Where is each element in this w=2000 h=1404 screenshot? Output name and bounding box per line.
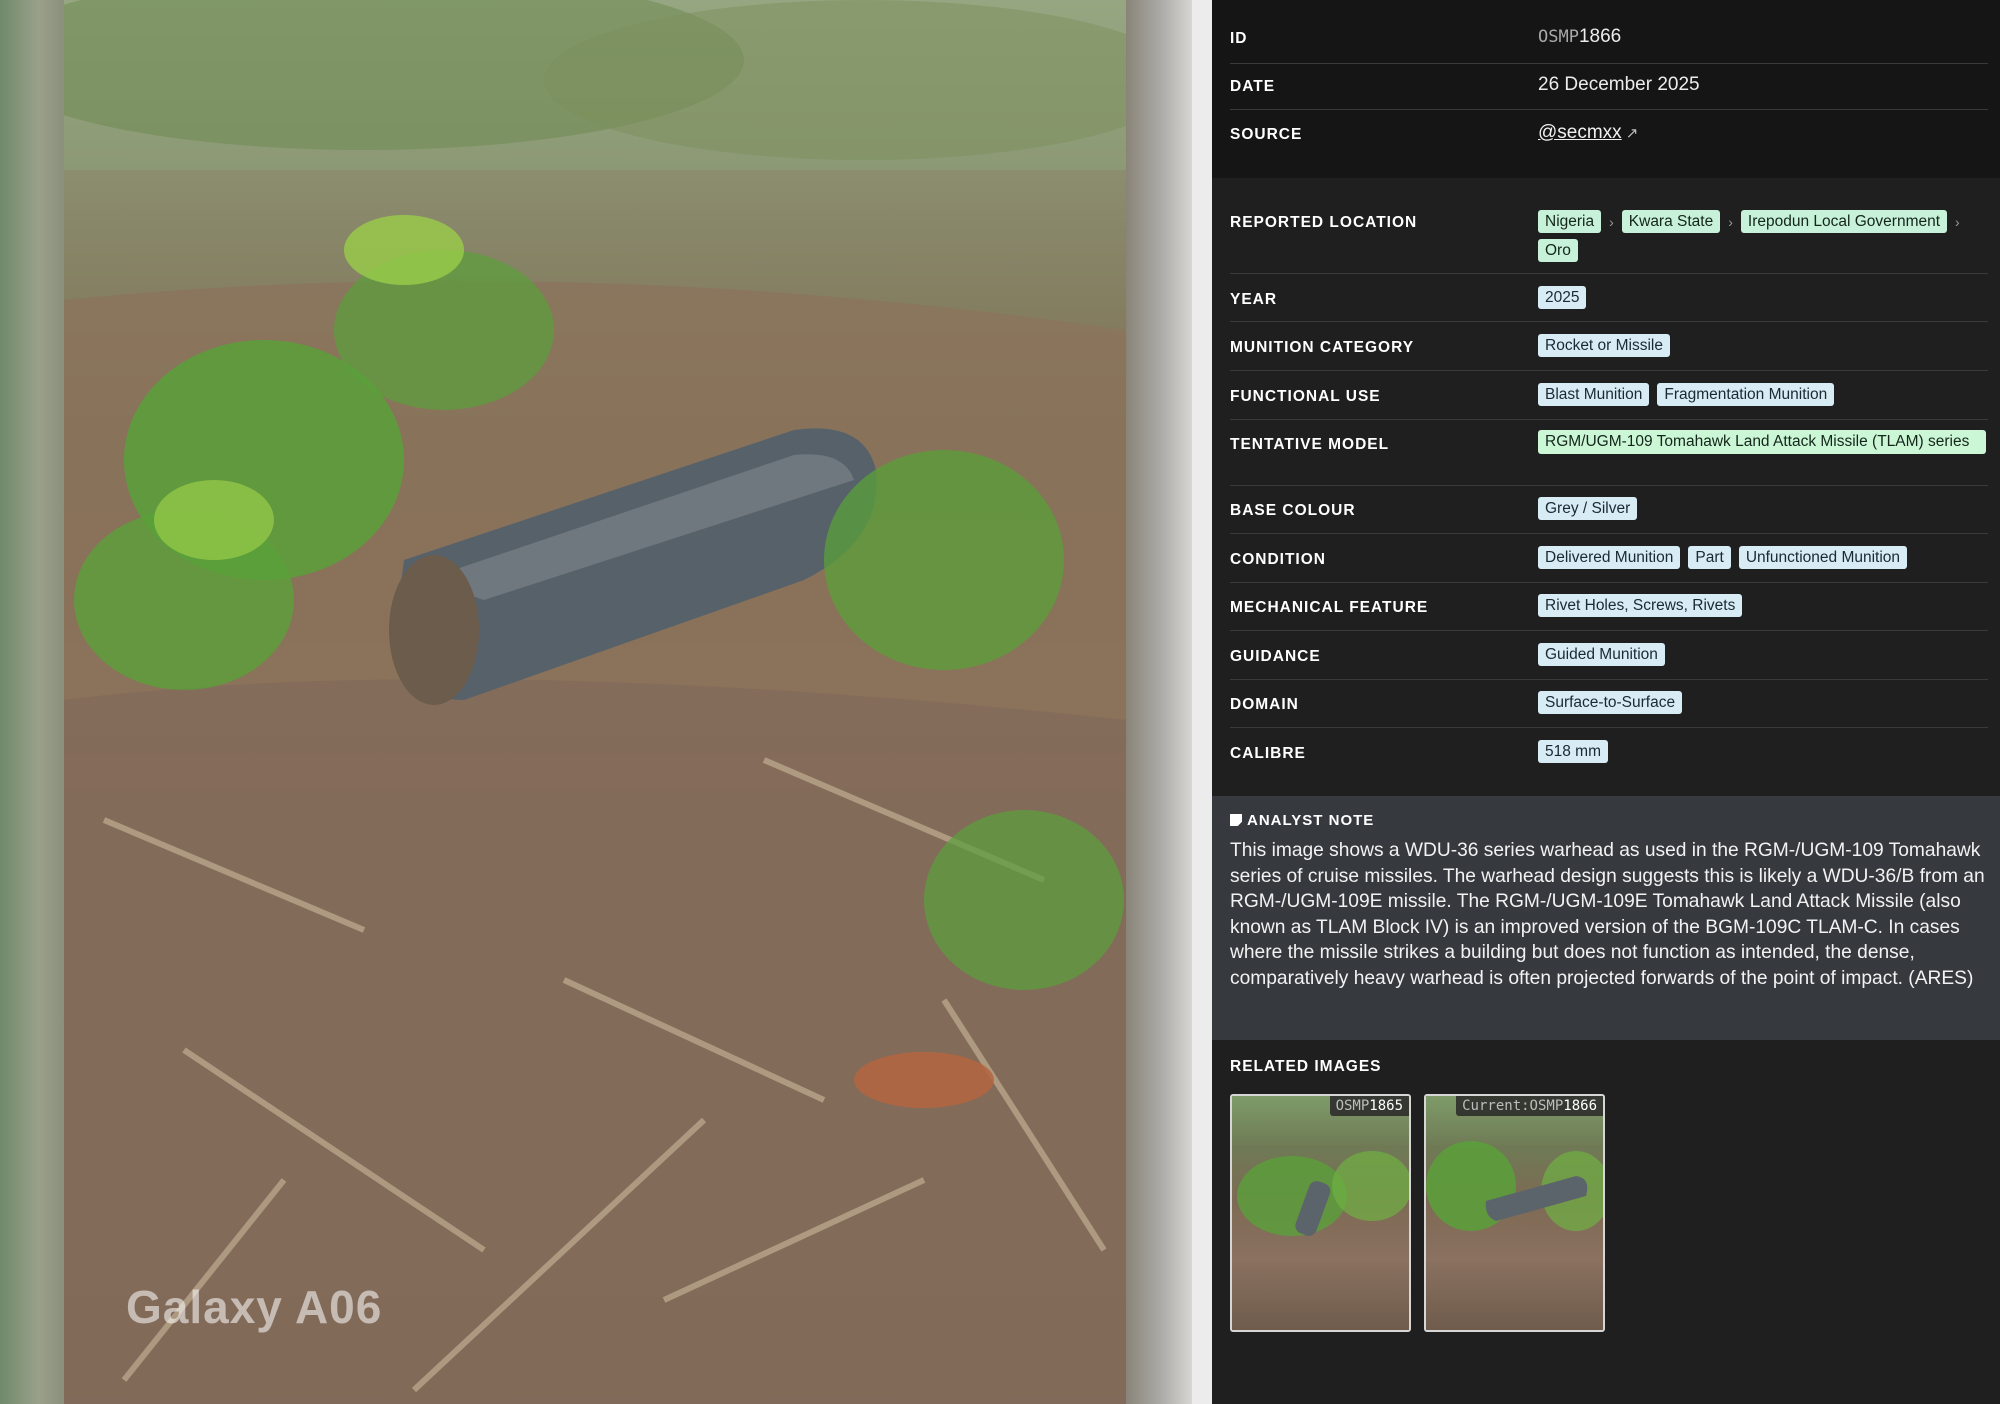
record-header: ID OSMP1866 DATE 26 December 2025 SOURCE…	[1212, 0, 2000, 178]
source-value: @secmxx ↗	[1538, 122, 1638, 144]
analyst-note-heading: ANALYST NOTE	[1247, 812, 1375, 829]
calibre-tags: 518 mm	[1538, 740, 1988, 763]
functional-tag-blast[interactable]: Blast Munition	[1538, 383, 1650, 406]
note-icon	[1230, 814, 1242, 826]
thumbnail-image	[1232, 1096, 1409, 1330]
model-tag[interactable]: RGM/UGM-109 Tomahawk Land Attack Missile…	[1538, 430, 1986, 454]
category-row: MUNITION CATEGORY Rocket or Missile	[1230, 322, 1988, 371]
guidance-label: GUIDANCE	[1230, 648, 1321, 665]
year-label: YEAR	[1230, 291, 1278, 308]
location-row: REPORTED LOCATION Nigeria › Kwara State …	[1230, 196, 1988, 274]
image-viewer: Galaxy A06	[0, 0, 1192, 1404]
date-row: DATE 26 December 2025	[1230, 64, 1988, 110]
functional-label: FUNCTIONAL USE	[1230, 388, 1381, 405]
year-tags: 2025	[1538, 286, 1988, 309]
date-value: 26 December 2025	[1538, 74, 1700, 95]
id-label: ID	[1230, 30, 1248, 47]
thumbnail-image	[1426, 1096, 1603, 1330]
mechanical-tag[interactable]: Rivet Holes, Screws, Rivets	[1538, 594, 1743, 617]
condition-tags: Delivered Munition Part Unfunctioned Mun…	[1538, 546, 1988, 569]
guidance-tag[interactable]: Guided Munition	[1538, 643, 1665, 666]
functional-tag-fragmentation[interactable]: Fragmentation Munition	[1657, 383, 1835, 406]
blurred-edge-right	[1126, 0, 1192, 1404]
id-value: OSMP1866	[1538, 26, 1621, 48]
domain-row: DOMAIN Surface-to-Surface	[1230, 680, 1988, 728]
analyst-note-title: ANALYST NOTE	[1230, 812, 1374, 829]
thumbnail-caption: OSMP1865	[1329, 1096, 1409, 1116]
source-label: SOURCE	[1230, 126, 1303, 143]
external-link-icon[interactable]: ↗	[1626, 125, 1639, 142]
colour-tags: Grey / Silver	[1538, 497, 1988, 520]
mechanical-tags: Rivet Holes, Screws, Rivets	[1538, 594, 1988, 617]
guidance-tags: Guided Munition	[1538, 643, 1988, 666]
model-tags: RGM/UGM-109 Tomahawk Land Attack Missile…	[1538, 430, 1988, 454]
location-tag-lga[interactable]: Irepodun Local Government	[1740, 210, 1948, 233]
id-prefix: OSMP	[1538, 27, 1579, 47]
breadcrumb-chevron-icon: ›	[1955, 213, 1960, 230]
condition-label: CONDITION	[1230, 551, 1326, 568]
source-link[interactable]: @secmxx	[1538, 122, 1622, 143]
category-label: MUNITION CATEGORY	[1230, 339, 1415, 356]
breadcrumb-chevron-icon: ›	[1609, 213, 1614, 230]
calibre-row: CALIBRE 518 mm	[1230, 728, 1988, 778]
id-row: ID OSMP1866	[1230, 18, 1988, 64]
domain-label: DOMAIN	[1230, 696, 1299, 713]
year-tag[interactable]: 2025	[1538, 286, 1587, 309]
model-row: TENTATIVE MODEL RGM/UGM-109 Tomahawk Lan…	[1230, 420, 1988, 486]
thumbnail-caption-prefix: OSMP	[1335, 1098, 1370, 1114]
location-tag-state[interactable]: Kwara State	[1621, 210, 1721, 233]
condition-tag-part[interactable]: Part	[1688, 546, 1731, 569]
camera-watermark: Galaxy A06	[126, 1281, 383, 1333]
domain-tags: Surface-to-Surface	[1538, 691, 1988, 714]
domain-tag[interactable]: Surface-to-Surface	[1538, 691, 1683, 714]
colour-tag[interactable]: Grey / Silver	[1538, 497, 1638, 520]
thumbnail-caption-number: 1865	[1369, 1098, 1403, 1114]
colour-label: BASE COLOUR	[1230, 502, 1356, 519]
model-label: TENTATIVE MODEL	[1230, 436, 1390, 453]
functional-row: FUNCTIONAL USE Blast Munition Fragmentat…	[1230, 371, 1988, 420]
thumbnail-caption-number: 1866	[1563, 1098, 1597, 1114]
date-label: DATE	[1230, 78, 1276, 95]
metadata-panel: ID OSMP1866 DATE 26 December 2025 SOURCE…	[1212, 0, 2000, 1404]
thumbnail-caption: Current:OSMP1866	[1456, 1096, 1603, 1116]
mechanical-row: MECHANICAL FEATURE Rivet Holes, Screws, …	[1230, 583, 1988, 631]
functional-tags: Blast Munition Fragmentation Munition	[1538, 383, 1988, 406]
condition-row: CONDITION Delivered Munition Part Unfunc…	[1230, 534, 1988, 583]
location-tag-country[interactable]: Nigeria	[1538, 210, 1602, 233]
thumbnail-caption-prefix: Current:OSMP	[1462, 1098, 1564, 1114]
condition-tag-unfunctioned[interactable]: Unfunctioned Munition	[1738, 546, 1908, 569]
breadcrumb-chevron-icon: ›	[1728, 213, 1733, 230]
calibre-tag[interactable]: 518 mm	[1538, 740, 1608, 763]
colour-row: BASE COLOUR Grey / Silver	[1230, 486, 1988, 534]
analyst-note-text: This image shows a WDU-36 series warhead…	[1230, 840, 1985, 989]
blurred-edge-left	[0, 0, 64, 1404]
location-tag-town[interactable]: Oro	[1538, 239, 1578, 262]
related-thumbnail-current[interactable]: Current:OSMP1866	[1424, 1094, 1605, 1332]
related-thumbnail[interactable]: OSMP1865	[1230, 1094, 1411, 1332]
photo-scene	[64, 0, 1126, 1404]
category-tags: Rocket or Missile	[1538, 334, 1988, 357]
munition-photo[interactable]: Galaxy A06	[64, 0, 1126, 1404]
mechanical-label: MECHANICAL FEATURE	[1230, 599, 1429, 616]
calibre-label: CALIBRE	[1230, 745, 1306, 762]
source-row: SOURCE @secmxx ↗	[1230, 110, 1988, 160]
condition-tag-delivered[interactable]: Delivered Munition	[1538, 546, 1681, 569]
location-tags: Nigeria › Kwara State › Irepodun Local G…	[1538, 210, 1988, 262]
category-tag[interactable]: Rocket or Missile	[1538, 334, 1670, 357]
related-images-title: RELATED IMAGES	[1230, 1058, 1382, 1075]
year-row: YEAR 2025	[1230, 274, 1988, 322]
analyst-note: ANALYST NOTE This image shows a WDU-36 s…	[1212, 796, 2000, 1040]
panel-divider	[1192, 0, 1212, 1404]
guidance-row: GUIDANCE Guided Munition	[1230, 631, 1988, 680]
location-label: REPORTED LOCATION	[1230, 214, 1418, 231]
id-number: 1866	[1578, 26, 1622, 47]
